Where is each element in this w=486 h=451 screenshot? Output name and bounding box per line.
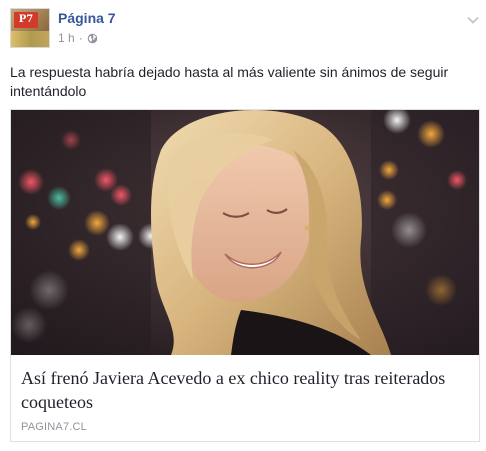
meta-separator: · xyxy=(78,31,83,45)
page-avatar[interactable]: P7 xyxy=(10,8,50,48)
post-timestamp[interactable]: 1 h xyxy=(58,31,75,45)
link-title[interactable]: Así frenó Javiera Acevedo a ex chico rea… xyxy=(21,366,469,414)
link-preview-card[interactable]: Así frenó Javiera Acevedo a ex chico rea… xyxy=(10,109,480,442)
facebook-post: P7 Página 7 1 h · La respuesta habría de… xyxy=(0,0,486,451)
post-message: La respuesta habría dejado hasta al más … xyxy=(10,64,449,99)
link-preview-image[interactable] xyxy=(11,110,479,355)
post-meta: 1 h · xyxy=(58,31,98,45)
avatar-logo: P7 xyxy=(14,12,38,28)
link-domain: PAGINA7.CL xyxy=(21,421,87,433)
page-name-link[interactable]: Página 7 xyxy=(58,10,116,27)
post-options-chevron-down-icon[interactable] xyxy=(467,12,479,24)
globe-icon[interactable] xyxy=(87,33,98,44)
